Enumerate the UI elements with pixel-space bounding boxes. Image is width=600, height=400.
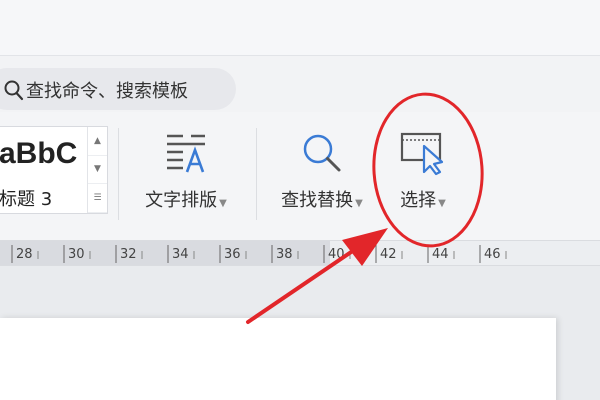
magnifier-icon bbox=[303, 134, 341, 172]
dropdown-caret-icon: ▼ bbox=[355, 198, 363, 209]
find-replace-label: 查找替换 bbox=[281, 190, 354, 211]
gallery-down-button[interactable]: ▼ bbox=[88, 156, 107, 185]
gallery-up-button[interactable]: ▲ bbox=[88, 127, 107, 156]
search-icon bbox=[4, 80, 24, 101]
ruler-tick-label: 44 bbox=[432, 247, 449, 262]
ruler-tick-label: 42 bbox=[380, 247, 397, 262]
select-button[interactable]: 选择 ▼ bbox=[388, 126, 458, 216]
document-page[interactable] bbox=[0, 318, 556, 400]
ruler-tick-label: 28 bbox=[16, 247, 33, 262]
ruler-tick-label: 36 bbox=[224, 247, 241, 262]
command-search-bar[interactable]: 查找命令、搜索模板 bbox=[0, 68, 236, 110]
search-placeholder: 查找命令、搜索模板 bbox=[26, 81, 188, 102]
top-toolbar bbox=[0, 0, 600, 56]
ruler-tick-label: 40 bbox=[328, 247, 345, 262]
gallery-more-button[interactable]: ☰ bbox=[88, 184, 107, 213]
gallery-scroll-controls: ▲ ▼ ☰ bbox=[87, 127, 107, 213]
ribbon-divider bbox=[118, 128, 119, 220]
horizontal-ruler: 28 30 32 34 36 38 40 42 44 46 bbox=[0, 240, 600, 266]
select-label: 选择 bbox=[400, 190, 437, 211]
ruler-tick-label: 32 bbox=[120, 247, 137, 262]
text-layout-label: 文字排版 bbox=[145, 190, 218, 211]
select-cursor-icon bbox=[400, 132, 444, 176]
ribbon-divider bbox=[256, 128, 257, 220]
ruler-ticks: 28 30 32 34 36 38 40 42 44 46 bbox=[11, 245, 507, 263]
style-name-label: 标题 3 bbox=[0, 189, 53, 210]
style-gallery[interactable]: aBbC 标题 3 ▲ ▼ ☰ bbox=[0, 126, 108, 214]
find-replace-button[interactable]: 查找替换 ▼ bbox=[266, 126, 378, 216]
text-layout-icon bbox=[167, 134, 205, 173]
dropdown-caret-icon: ▼ bbox=[219, 198, 227, 209]
ruler-tick-label: 30 bbox=[68, 247, 85, 262]
ruler-tick-label: 38 bbox=[276, 247, 293, 262]
text-layout-button[interactable]: 文字排版 ▼ bbox=[130, 126, 242, 216]
dropdown-caret-icon: ▼ bbox=[438, 198, 446, 209]
ruler-tick-label: 34 bbox=[172, 247, 189, 262]
ruler-tick-label: 46 bbox=[484, 247, 501, 262]
style-preview-text: aBbC bbox=[0, 137, 78, 170]
